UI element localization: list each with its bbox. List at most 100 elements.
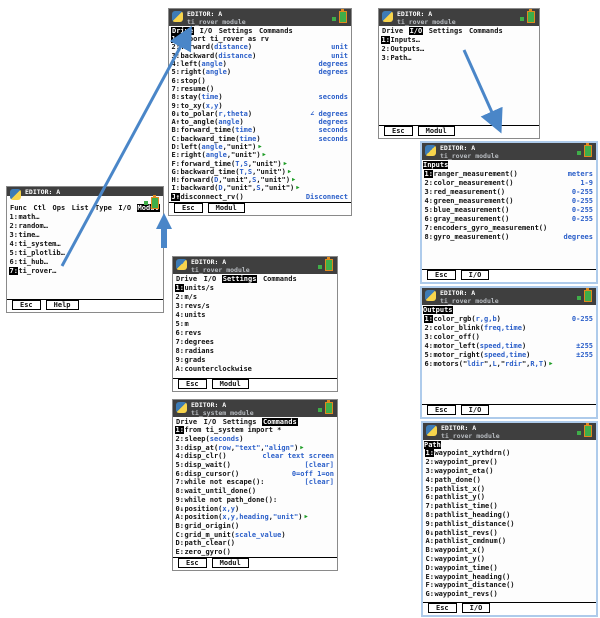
menu-item[interactable]: G: waypoint_revs(): [425, 590, 594, 599]
menu-item[interactable]: C: waypoint_y(): [425, 555, 594, 564]
menu-item[interactable]: 1: color_rgb(r,g,b) 0-255: [424, 314, 594, 323]
menu-tab-commands[interactable]: Commands: [262, 275, 298, 283]
softkey-esc[interactable]: Esc: [427, 270, 456, 280]
softkey-esc[interactable]: Esc: [178, 379, 207, 389]
menu-item[interactable]: 8: radians: [175, 346, 335, 355]
menu-item[interactable]: C: backward_time(time) seconds: [171, 135, 349, 143]
menu-item[interactable]: D: left(angle,"unit") ▶: [171, 143, 349, 151]
menu-item[interactable]: 3: time…: [9, 230, 161, 239]
menu-item[interactable]: 5: blue_measurement() 0-255: [424, 205, 594, 214]
menu-item[interactable]: A: position(x,y,heading,"unit") ▶: [175, 513, 335, 522]
menu-tab-settings[interactable]: Settings: [428, 27, 464, 35]
menu-item[interactable]: A: counterclockwise: [175, 364, 335, 373]
menu-item[interactable]: 2: color_blink(freq,time): [424, 323, 594, 332]
menu-item[interactable]: C: grid_m_unit(scale_value): [175, 530, 335, 539]
menu-tab-drive[interactable]: Drive: [171, 26, 195, 35]
menu-item[interactable]: 8: gyro_measurement() degrees: [424, 232, 594, 241]
menu-item[interactable]: 1: import ti_rover as rv: [171, 35, 349, 44]
menu-item[interactable]: 4: disp_clr() clear text screen: [175, 452, 335, 461]
menu-tab-settings[interactable]: Settings: [222, 418, 258, 426]
menu-item[interactable]: 3: revs/s: [175, 301, 335, 310]
menu-item[interactable]: E: right(angle,"unit") ▶: [171, 151, 349, 159]
menu-tab-ops[interactable]: Ops: [52, 204, 67, 212]
menu-item[interactable]: 3: Path…: [381, 53, 537, 62]
menu-tab-func[interactable]: Func: [9, 204, 28, 212]
menu-item[interactable]: 7: degrees: [175, 337, 335, 346]
menu-item[interactable]: 5: right(angle) degrees: [171, 68, 349, 76]
menu-item[interactable]: 4: green_measurement() 0-255: [424, 196, 594, 205]
menu-tab-drive[interactable]: Drive: [381, 27, 404, 35]
menu-tab-settings[interactable]: Settings: [221, 274, 258, 283]
menu-item[interactable]: A: pathlist_cmdnum(): [425, 537, 594, 546]
softkey-i-o[interactable]: I/O: [461, 603, 491, 613]
menu-item[interactable]: 6: gray_measurement() 0-255: [424, 214, 594, 223]
menu-item[interactable]: 6: ti_hub…: [9, 257, 161, 266]
menu-item[interactable]: G: backward_time(T,S,"unit") ▶: [171, 168, 349, 176]
softkey-esc[interactable]: Esc: [384, 126, 413, 136]
menu-item[interactable]: 1: from ti_system import *: [175, 426, 335, 435]
menu-tab-i-o[interactable]: I/O: [203, 275, 218, 283]
menu-item[interactable]: F: forward_time(T,S,"unit") ▶: [171, 159, 349, 168]
menu-tab-list[interactable]: List: [71, 204, 90, 212]
menu-item[interactable]: 3: red_measurement() 0-255: [424, 187, 594, 196]
menu-item[interactable]: 1: math…: [9, 212, 161, 221]
menu-item[interactable]: 0↓ pathlist_revs(): [425, 528, 594, 537]
menu-tab-drive[interactable]: Drive: [175, 418, 198, 426]
menu-tab-commands[interactable]: Commands: [258, 27, 294, 35]
softkey-esc[interactable]: Esc: [427, 405, 456, 415]
menu-item[interactable]: 3: waypoint_eta(): [425, 467, 594, 476]
menu-item[interactable]: F: waypoint_distance(): [425, 581, 594, 590]
menu-item[interactable]: 5: motor_right(speed,time) ±255: [424, 350, 594, 359]
menu-item[interactable]: 7: resume(): [171, 85, 349, 93]
menu-item[interactable]: 8: wait_until_done(): [175, 487, 335, 496]
menu-item[interactable]: 1: Inputs…: [381, 35, 537, 44]
menu-item[interactable]: 2: random…: [9, 221, 161, 230]
menu-item[interactable]: E: waypoint_heading(): [425, 572, 594, 581]
menu-item[interactable]: A↑ to_angle(angle) degrees: [171, 118, 349, 126]
menu-tab-commands[interactable]: Commands: [261, 417, 298, 426]
menu-tab-commands[interactable]: Commands: [468, 27, 504, 35]
menu-item[interactable]: 9: to_xy(x,y): [171, 101, 349, 110]
menu-item[interactable]: 0↓ to_polar(r,theta) ∠ degrees: [171, 110, 349, 118]
softkey-help[interactable]: Help: [45, 300, 79, 310]
softkey-esc[interactable]: Esc: [428, 603, 457, 613]
menu-item[interactable]: 2: sleep(seconds): [175, 435, 335, 444]
menu-item[interactable]: 4: path_done(): [425, 475, 594, 484]
menu-item[interactable]: 2: waypoint_prev(): [425, 458, 594, 467]
softkey-esc[interactable]: Esc: [178, 558, 207, 568]
menu-item[interactable]: 3: backward(distance) unit: [171, 52, 349, 60]
menu-item[interactable]: 5: disp_wait() [clear]: [175, 461, 335, 470]
menu-item[interactable]: 6: revs: [175, 328, 335, 337]
menu-tab-i-o[interactable]: I/O: [117, 204, 132, 212]
softkey-esc[interactable]: Esc: [174, 203, 203, 213]
menu-item[interactable]: 8: pathlist_heading(): [425, 511, 594, 520]
menu-item[interactable]: 4: units: [175, 310, 335, 319]
menu-item[interactable]: 7: pathlist_time(): [425, 502, 594, 511]
menu-item[interactable]: 3: disp_at(row,"text","align") ▶: [175, 443, 335, 452]
menu-item[interactable]: 3: color_off(): [424, 332, 594, 341]
menu-tab-settings[interactable]: Settings: [218, 27, 254, 35]
menu-item[interactable]: 4: ti_system…: [9, 239, 161, 248]
menu-item[interactable]: 5: ti_plotlib…: [9, 248, 161, 257]
softkey-i-o[interactable]: I/O: [460, 405, 490, 415]
menu-item[interactable]: B: forward_time(time) seconds: [171, 126, 349, 134]
menu-item[interactable]: 6: stop(): [171, 76, 349, 85]
menu-item[interactable]: D: waypoint_time(): [425, 563, 594, 572]
menu-item[interactable]: 2: m/s: [175, 292, 335, 301]
menu-item[interactable]: 5: m: [175, 319, 335, 328]
menu-item[interactable]: 7: encoders_gyro_measurement(): [424, 223, 594, 232]
menu-item[interactable]: 4: motor_left(speed,time) ±255: [424, 341, 594, 350]
menu-item[interactable]: B: waypoint_x(): [425, 546, 594, 555]
menu-item[interactable]: 6: pathlist_y(): [425, 493, 594, 502]
menu-tab-i-o[interactable]: I/O: [408, 26, 424, 35]
softkey-modul[interactable]: Modul: [207, 203, 245, 213]
menu-item[interactable]: J↑ disconnect_rv() Disconnect: [171, 192, 349, 201]
menu-tab-i-o[interactable]: I/O: [199, 27, 214, 35]
menu-item[interactable]: 2: color_measurement() 1-9: [424, 178, 594, 187]
menu-item[interactable]: 7: while not escape(): [clear]: [175, 478, 335, 487]
menu-item[interactable]: 6: motors("ldir",L,"rdir",R,T) ▶: [424, 359, 594, 368]
menu-item[interactable]: 7: ti_rover…: [9, 266, 161, 275]
menu-item[interactable]: 2: forward(distance) unit: [171, 43, 349, 51]
menu-tab-type[interactable]: Type: [94, 204, 113, 212]
menu-item[interactable]: 1: ranger_measurement() meters: [424, 169, 594, 178]
